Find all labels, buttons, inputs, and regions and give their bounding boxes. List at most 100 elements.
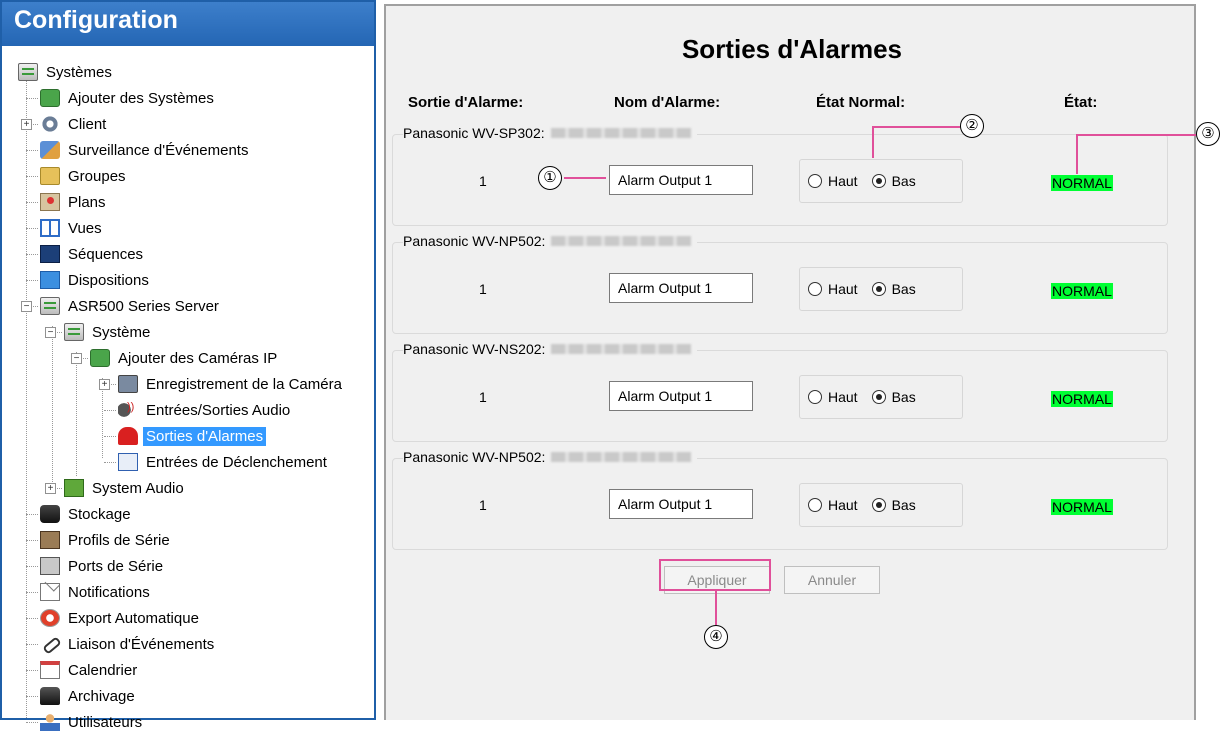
expand-icon[interactable]: + (21, 119, 32, 130)
tree-item-label: Notifications (68, 583, 150, 601)
cancel-button[interactable]: Annuler (784, 566, 880, 594)
device-label: Panasonic WV-SP302: (403, 125, 697, 141)
status-badge: NORMAL (1051, 283, 1113, 299)
tree-item[interactable]: Calendrier (40, 658, 140, 682)
camera-network-icon (118, 375, 138, 393)
collapse-icon[interactable]: − (45, 327, 56, 338)
tree-item[interactable]: Utilisateurs (40, 710, 145, 734)
collapse-icon[interactable]: − (71, 353, 82, 364)
alarm-name-input[interactable] (609, 489, 753, 519)
device-group: Panasonic WV-NS202: 1 Haut Bas NORMAL (392, 341, 1168, 442)
tree-item[interactable]: Ajouter des Systèmes (40, 86, 217, 110)
radio-high-button[interactable] (808, 390, 822, 404)
calendar-icon (40, 661, 60, 679)
alarm-name-input[interactable] (609, 165, 753, 195)
export-icon (40, 609, 60, 627)
radio-high[interactable]: Haut (808, 497, 858, 513)
radio-high[interactable]: Haut (808, 173, 858, 189)
header-normal-state: État Normal: (816, 94, 906, 111)
tree-guide-line (26, 150, 38, 151)
tree-item[interactable]: ASR500 Series Server (40, 294, 222, 318)
alarm-output-number: 1 (479, 281, 487, 297)
radio-low-button[interactable] (871, 390, 886, 404)
link-icon (40, 635, 60, 653)
tree-item-label: Système (92, 323, 151, 341)
tree-item[interactable]: Notifications (40, 580, 153, 604)
normal-state-group: Haut Bas (799, 375, 963, 419)
header-state: État: (1064, 94, 1098, 111)
alarm-icon (118, 427, 138, 445)
tree-guide-line (26, 280, 38, 281)
radio-low-button[interactable] (871, 174, 886, 188)
tree-item[interactable]: Archivage (40, 684, 138, 708)
callout-3: ③ (1196, 122, 1220, 146)
alarm-output-number: 1 (479, 389, 487, 405)
tree-item[interactable]: Surveillance d'Événements (40, 138, 251, 162)
tree-item[interactable]: Dispositions (40, 268, 152, 292)
radio-low[interactable]: Bas (871, 281, 916, 297)
tree-item[interactable]: Enregistrement de la Caméra (118, 372, 345, 396)
radio-low[interactable]: Bas (871, 389, 916, 405)
tree-item-label: Groupes (68, 167, 126, 185)
tree-item[interactable]: Export Automatique (40, 606, 202, 630)
views-icon (40, 219, 60, 237)
expand-icon[interactable]: + (99, 379, 110, 390)
normal-state-group: Haut Bas (799, 483, 963, 527)
audio-card-icon (64, 479, 84, 497)
users-icon (40, 713, 60, 731)
tree-item[interactable]: Séquences (40, 242, 146, 266)
panel-title: Configuration (2, 2, 374, 46)
layout-icon (40, 271, 60, 289)
tree-guide-line (26, 68, 27, 718)
tree-item-label: Dispositions (68, 271, 149, 289)
tree-item[interactable]: Systèmes (18, 60, 115, 84)
radio-low[interactable]: Bas (871, 497, 916, 513)
radio-high-label: Haut (828, 497, 858, 513)
callout-4: ④ (704, 625, 728, 649)
groups-icon (40, 167, 60, 185)
redacted-mac-address (551, 236, 692, 246)
collapse-icon[interactable]: − (21, 301, 32, 312)
tree-guide-line (104, 410, 116, 411)
radio-high-button[interactable] (808, 498, 822, 512)
callout-3-line-v (1076, 134, 1078, 174)
tree-item-label: Entrées/Sorties Audio (146, 401, 291, 419)
server-gear-icon (40, 297, 60, 315)
callout-1: ① (538, 166, 562, 190)
tree-guide-line (26, 176, 38, 177)
radio-high[interactable]: Haut (808, 389, 858, 405)
tree-item[interactable]: Vues (40, 216, 105, 240)
radio-low-label: Bas (891, 497, 916, 513)
tree-item[interactable]: Liaison d'Événements (40, 632, 217, 656)
callout-3-line-h (1076, 134, 1196, 136)
tree-item[interactable]: Groupes (40, 164, 129, 188)
tree-item[interactable]: Ajouter des Caméras IP (90, 346, 280, 370)
tree-item[interactable]: Entrées de Déclenchement (118, 450, 330, 474)
normal-state-group: Haut Bas (799, 159, 963, 203)
tree-item[interactable]: Client (40, 112, 109, 136)
radio-high-button[interactable] (808, 282, 822, 296)
tree-guide-line (26, 514, 38, 515)
tree-item-label: System Audio (92, 479, 184, 497)
tree-item[interactable]: Système (64, 320, 153, 344)
tree-item[interactable]: Ports de Série (40, 554, 166, 578)
alarm-name-input[interactable] (609, 273, 753, 303)
radio-high-label: Haut (828, 389, 858, 405)
tree-item[interactable]: Sorties d'Alarmes (118, 424, 267, 448)
tree-item[interactable]: System Audio (64, 476, 187, 500)
tree-item-label: Stockage (68, 505, 131, 523)
alarm-outputs-panel: Sorties d'Alarmes Sortie d'Alarme: Nom d… (384, 4, 1196, 720)
tree-item[interactable]: Stockage (40, 502, 134, 526)
alarm-name-input[interactable] (609, 381, 753, 411)
radio-low[interactable]: Bas (871, 173, 916, 189)
tree-item[interactable]: Entrées/Sorties Audio (118, 398, 293, 422)
radio-low-button[interactable] (871, 498, 886, 512)
radio-low-button[interactable] (871, 282, 886, 296)
device-model: Panasonic WV-SP302: (403, 125, 545, 141)
expand-icon[interactable]: + (45, 483, 56, 494)
tree-item[interactable]: Plans (40, 190, 109, 214)
radio-high[interactable]: Haut (808, 281, 858, 297)
radio-high-button[interactable] (808, 174, 822, 188)
tree-item[interactable]: Profils de Série (40, 528, 173, 552)
tree-item-label: Calendrier (68, 661, 138, 679)
